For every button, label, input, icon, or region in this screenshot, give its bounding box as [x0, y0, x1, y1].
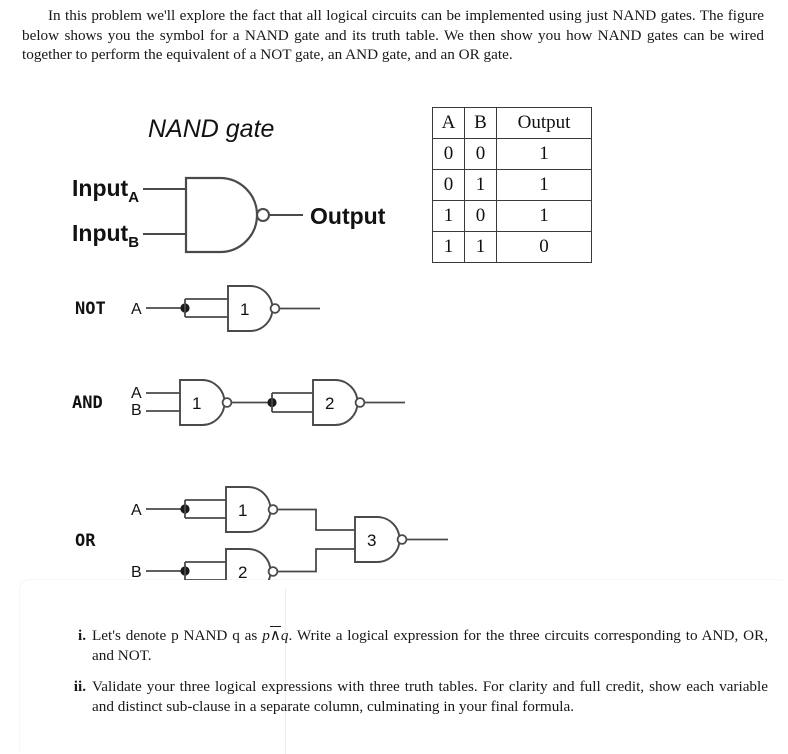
or-gate-3-bubble	[396, 534, 408, 545]
or-gate-3-number: 3	[367, 531, 376, 550]
question-ii-marker: ii.	[73, 678, 86, 695]
question-item-ii: ii. Validate your three logical expressio…	[74, 677, 768, 718]
nand-truth-table: A B Output 0 0 1 0 1 1 1 0 1 1 1 0	[432, 107, 592, 263]
page-seam-line	[285, 588, 286, 754]
input-b-label: InputB	[72, 220, 139, 251]
cell-output: 1	[496, 200, 592, 232]
and-gate-2-bubble	[354, 397, 366, 408]
or-gate-1-bubble	[267, 504, 279, 515]
not-circuit-group: NOT A 1	[75, 285, 320, 332]
expr-p: p	[262, 627, 270, 644]
expr-nand-operator: ∧	[269, 626, 281, 644]
or-gate2-to-gate3-wire	[277, 548, 355, 573]
table-row: 1 1 0	[432, 231, 592, 263]
question-item-i: i. Let's denote p NAND q as p∧q. Write a …	[78, 626, 768, 667]
or-circuit-group: OR A 1 B 2 3	[75, 486, 448, 595]
cell-b: 0	[464, 200, 497, 232]
and-gate-1-number: 1	[192, 394, 201, 413]
or-gate1-to-gate3-wire	[277, 508, 355, 531]
nand-figure: NAND gate InputA InputB Output NOT A 1 A…	[0, 88, 788, 598]
cell-b: 1	[464, 169, 497, 201]
or-gate-1-body	[225, 486, 272, 533]
and-gate-2-body	[312, 379, 359, 426]
and-circuit-label: AND	[72, 393, 103, 413]
not-circuit-label: NOT	[75, 299, 106, 319]
header-a: A	[432, 107, 465, 139]
cell-a: 1	[432, 200, 465, 232]
table-row: 0 1 1	[432, 169, 592, 201]
and-circuit-group: AND A B 1 2	[72, 379, 405, 426]
table-header-row: A B Output	[432, 107, 592, 139]
table-row: 1 0 1	[432, 200, 592, 232]
input-a-label: InputA	[72, 175, 139, 206]
circuit-diagram: NAND gate InputA InputB Output NOT A 1 A…	[72, 115, 448, 595]
cell-output: 0	[496, 231, 592, 263]
question-ii-text: Validate your three logical expressions …	[92, 678, 768, 716]
nand-output-label: Output	[310, 203, 386, 229]
cell-output: 1	[496, 169, 592, 201]
nand-output-bubble	[255, 207, 271, 223]
cell-a: 0	[432, 138, 465, 170]
or-gate-3-body	[354, 516, 401, 563]
or-input-a-label: A	[131, 502, 142, 519]
and-gate-2-number: 2	[325, 394, 334, 413]
cell-a: 1	[432, 231, 465, 263]
nand-gate-body	[184, 176, 259, 254]
or-gate-1-number: 1	[238, 501, 247, 520]
cell-output: 1	[496, 138, 592, 170]
not-gate-1-bubble	[269, 303, 281, 314]
and-gate-1-bubble	[221, 397, 233, 408]
not-gate-1-body	[227, 285, 274, 332]
cell-b: 1	[464, 231, 497, 263]
and-input-b-label: B	[131, 402, 142, 419]
question-i-text-before: Let's denote p NAND q as	[92, 627, 263, 644]
intro-paragraph: In this problem we'll explore the fact t…	[22, 6, 764, 65]
question-i-marker: i.	[77, 627, 86, 644]
and-input-a-label: A	[131, 385, 142, 402]
or-gate-2-bubble	[267, 566, 279, 577]
or-circuit-label: OR	[75, 531, 96, 551]
intro-text: In this problem we'll explore the fact t…	[22, 7, 764, 64]
nand-gate-title: NAND gate	[148, 115, 274, 143]
cell-a: 0	[432, 169, 465, 201]
and-gate-1-body	[179, 379, 226, 426]
not-input-a-label: A	[131, 301, 142, 318]
questions-card: i. Let's denote p NAND q as p∧q. Write a …	[20, 580, 788, 754]
cell-b: 0	[464, 138, 497, 170]
table-row: 0 0 1	[432, 138, 592, 170]
header-b: B	[464, 107, 497, 139]
not-gate-1-number: 1	[240, 300, 249, 319]
or-input-b-label: B	[131, 564, 142, 581]
header-output: Output	[496, 107, 592, 139]
nand-gate-symbol-group: NAND gate InputA InputB Output	[72, 115, 386, 254]
